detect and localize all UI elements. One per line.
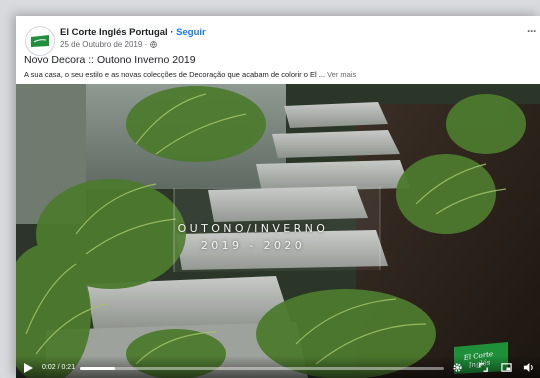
current-time: 0:02 (42, 364, 56, 371)
overlay-season-text: OUTONO/INVERNO (177, 222, 329, 235)
video-controls-bar: 0:02 / 0:21 (16, 356, 540, 378)
video-player[interactable]: OUTONO/INVERNO 2019 - 2020 El Corte Ingl… (16, 84, 540, 378)
volume-icon[interactable] (523, 362, 534, 373)
expand-icon[interactable] (478, 362, 489, 373)
post-text: A sua casa, o seu estilo e as novas cole… (24, 70, 356, 79)
video-time: 0:02 / 0:21 (42, 364, 75, 371)
post-timestamp: 25 de Outubro de 2019 · (60, 40, 158, 49)
picture-in-picture-icon[interactable] (501, 362, 512, 373)
page-name-link[interactable]: El Corte Inglés Portugal (60, 27, 168, 38)
globe-icon (150, 41, 158, 49)
name-separator: · (167, 27, 177, 38)
duration: 0:21 (61, 364, 76, 371)
facebook-post-card: El Corte Inglés Portugal · Seguir 25 de … (16, 16, 540, 378)
el-corte-ingles-logo-icon (31, 35, 49, 47)
overlay-year-text: 2019 - 2020 (200, 239, 306, 252)
page-name-line: El Corte Inglés Portugal · Seguir (60, 27, 206, 38)
progress-fill (80, 367, 115, 370)
gear-icon[interactable] (452, 362, 463, 373)
post-title: Novo Decora :: Outono Inverno 2019 (24, 54, 196, 66)
post-text-body: A sua casa, o seu estilo e as novas cole… (24, 70, 328, 79)
play-icon[interactable] (23, 363, 33, 373)
more-options-icon[interactable]: ··· (527, 24, 537, 38)
page-avatar[interactable] (25, 26, 55, 56)
progress-bar[interactable] (80, 367, 444, 370)
follow-button[interactable]: Seguir (176, 27, 206, 38)
post-date-text[interactable]: 25 de Outubro de 2019 · (60, 40, 149, 49)
see-more-link[interactable]: Ver mais (327, 70, 356, 79)
